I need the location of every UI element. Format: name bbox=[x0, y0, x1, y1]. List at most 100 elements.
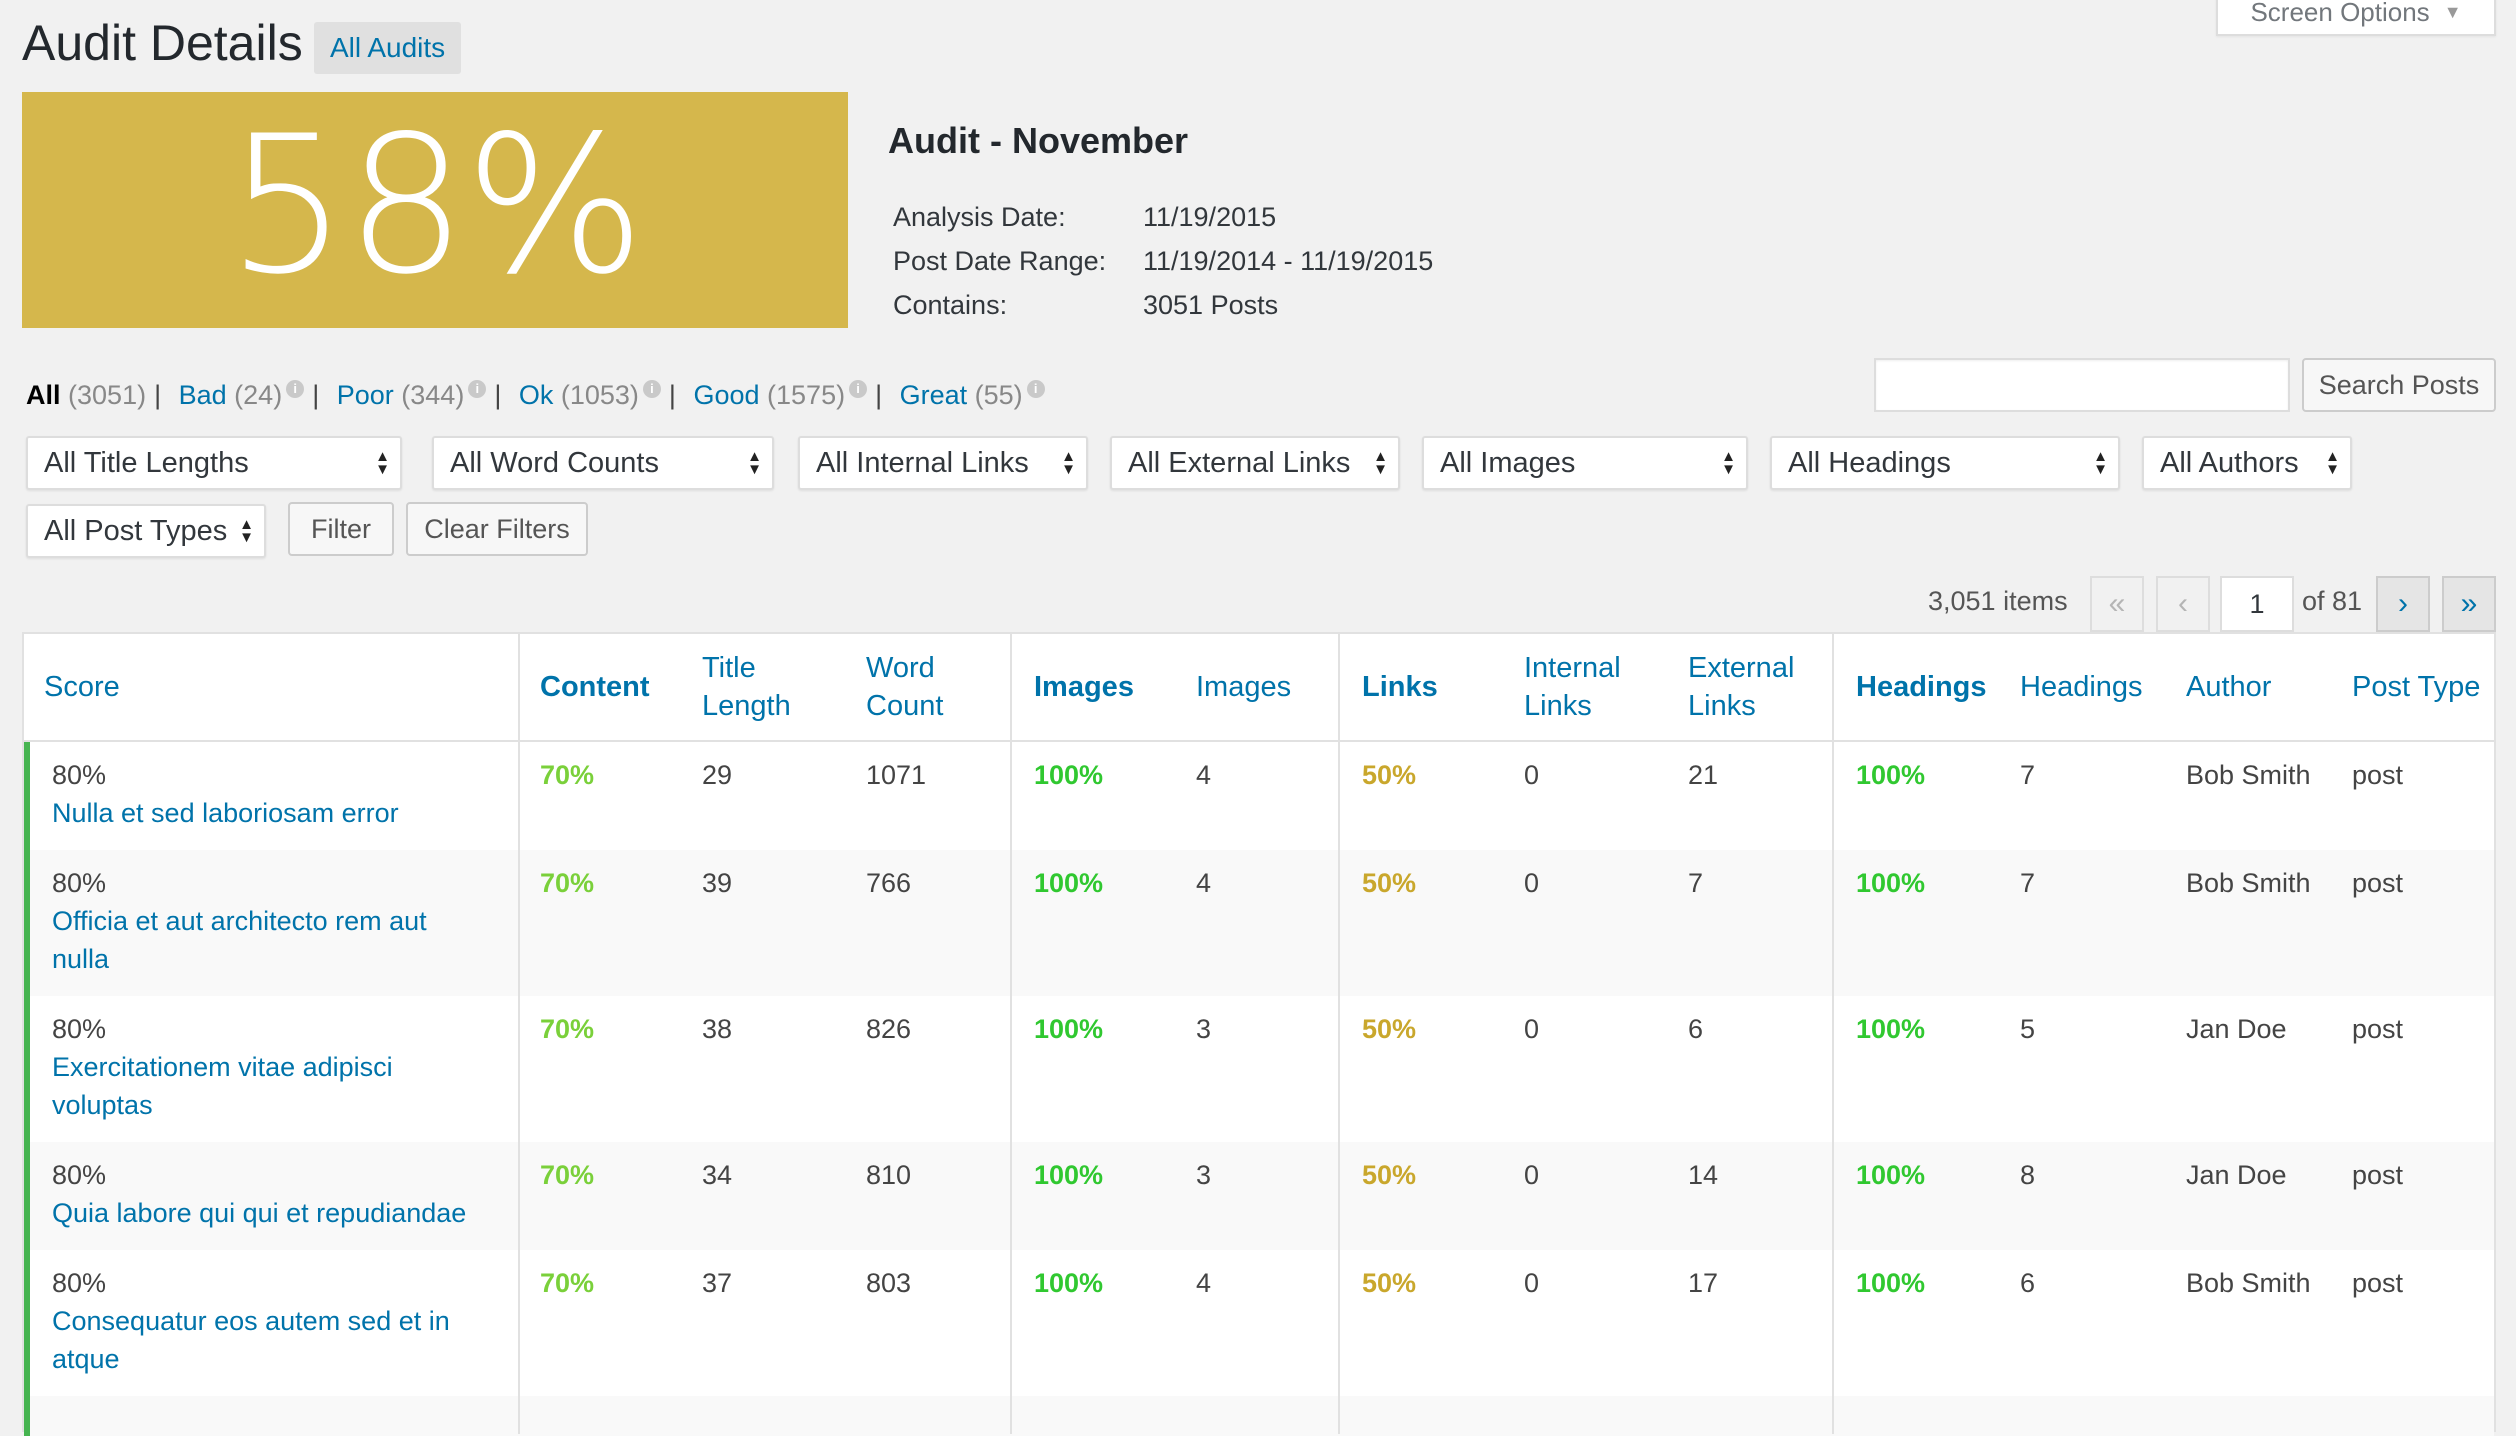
row-links-score: 50% bbox=[1362, 1160, 1417, 1190]
col-word-count[interactable]: Word Count bbox=[866, 649, 943, 725]
authors-select[interactable]: All Authors ▲ ▼ bbox=[2142, 436, 2352, 490]
score-value: 58% bbox=[226, 95, 645, 316]
info-icon[interactable]: i bbox=[468, 380, 487, 398]
col-links-score[interactable]: Links bbox=[1362, 668, 1438, 706]
col-title-length[interactable]: Title Length bbox=[702, 649, 791, 725]
first-page-button[interactable]: « bbox=[2090, 576, 2144, 632]
images-select[interactable]: All Images ▲ ▼ bbox=[1422, 436, 1748, 490]
info-icon[interactable]: i bbox=[642, 380, 661, 398]
col-external-links[interactable]: External Links bbox=[1688, 649, 1794, 725]
column-divider bbox=[518, 634, 520, 1434]
row-score: 80% bbox=[52, 1268, 107, 1298]
select-arrows-icon: ▲ ▼ bbox=[1373, 448, 1388, 478]
row-title-link[interactable]: Officia et aut architecto rem aut nulla bbox=[52, 902, 482, 978]
select-arrows-icon: ▲ ▼ bbox=[1061, 448, 1076, 478]
post-date-range-value: 11/19/2014 - 11/19/2015 bbox=[1143, 246, 1434, 276]
col-author[interactable]: Author bbox=[2186, 668, 2271, 706]
row-title-link[interactable]: Nulla et sed laboriosam error bbox=[52, 794, 482, 832]
row-internal-links: 0 bbox=[1524, 1160, 1540, 1190]
next-page-button[interactable]: › bbox=[2376, 576, 2430, 632]
row-word-count: 803 bbox=[866, 1268, 912, 1298]
row-internal-links: 0 bbox=[1524, 760, 1540, 790]
row-headings: 6 bbox=[2020, 1268, 2036, 1298]
internal-links-select-value: All Internal Links bbox=[816, 446, 1029, 479]
caret-down-icon: ▼ bbox=[2443, 1, 2462, 22]
row-word-count: 766 bbox=[866, 868, 912, 898]
info-icon[interactable]: i bbox=[849, 380, 868, 398]
status-all[interactable]: All (3051) bbox=[26, 380, 146, 411]
contains-value: 3051 Posts bbox=[1143, 290, 1279, 320]
row-content: 70% bbox=[540, 1160, 595, 1190]
select-arrows-icon: ▲ ▼ bbox=[1721, 448, 1736, 478]
score-indicator-bar bbox=[24, 996, 30, 1142]
row-author: Jan Doe bbox=[2186, 1014, 2287, 1044]
filter-button[interactable]: Filter bbox=[288, 502, 394, 556]
row-post-type: post bbox=[2352, 1160, 2404, 1190]
row-title-link[interactable]: Exercitationem vitae adipisci voluptas bbox=[52, 1048, 482, 1124]
row-images-score: 100% bbox=[1034, 1160, 1104, 1190]
status-good[interactable]: Good (1575) i bbox=[693, 380, 868, 411]
row-title-length: 38 bbox=[702, 1014, 733, 1044]
current-page-input[interactable]: 1 bbox=[2220, 576, 2294, 632]
col-internal-links[interactable]: Internal Links bbox=[1524, 649, 1621, 725]
clear-filters-button[interactable]: Clear Filters bbox=[406, 502, 588, 556]
post-types-select[interactable]: All Post Types ▲ ▼ bbox=[26, 504, 266, 558]
row-external-links: 14 bbox=[1688, 1160, 1719, 1190]
col-headings-score[interactable]: Headings bbox=[1856, 668, 1987, 706]
search-posts-button[interactable]: Search Posts bbox=[2302, 358, 2496, 412]
internal-links-select[interactable]: All Internal Links ▲ ▼ bbox=[798, 436, 1088, 490]
row-author: Jan Doe bbox=[2186, 1160, 2287, 1190]
row-title-link[interactable]: Quia labore qui qui et repudiandae bbox=[52, 1194, 482, 1232]
prev-page-button[interactable]: ‹ bbox=[2156, 576, 2210, 632]
external-links-select[interactable]: All External Links ▲ ▼ bbox=[1110, 436, 1400, 490]
col-post-type[interactable]: Post Type bbox=[2352, 668, 2480, 706]
row-title-length: 29 bbox=[702, 760, 733, 790]
col-score[interactable]: Score bbox=[44, 668, 120, 706]
search-input[interactable] bbox=[1874, 358, 2290, 412]
title-lengths-select[interactable]: All Title Lengths ▲ ▼ bbox=[26, 436, 402, 490]
row-images: 4 bbox=[1196, 1268, 1212, 1298]
column-divider bbox=[1832, 634, 1834, 1434]
screen-options-button[interactable]: Screen Options ▼ bbox=[2216, 0, 2496, 36]
row-headings-score: 100% bbox=[1856, 1268, 1926, 1298]
row-external-links: 7 bbox=[1688, 868, 1704, 898]
headings-select-value: All Headings bbox=[1788, 446, 1951, 479]
row-title-link[interactable]: Consequatur eos autem sed et in atque bbox=[52, 1302, 482, 1378]
status-poor[interactable]: Poor (344) i bbox=[337, 380, 487, 411]
status-bad[interactable]: Bad (24) i bbox=[179, 380, 305, 411]
row-author: Bob Smith bbox=[2186, 868, 2311, 898]
analysis-date-row: Analysis Date: 11/19/2015 bbox=[893, 202, 1276, 233]
last-page-button[interactable]: » bbox=[2442, 576, 2496, 632]
col-images-score[interactable]: Images bbox=[1034, 668, 1134, 706]
col-headings[interactable]: Headings bbox=[2020, 668, 2143, 706]
row-score: 80% bbox=[52, 868, 107, 898]
contains-row: Contains: 3051 Posts bbox=[893, 290, 1278, 321]
row-external-links: 17 bbox=[1688, 1268, 1719, 1298]
headings-select[interactable]: All Headings ▲ ▼ bbox=[1770, 436, 2120, 490]
info-icon[interactable]: i bbox=[286, 380, 305, 398]
word-counts-select[interactable]: All Word Counts ▲ ▼ bbox=[432, 436, 774, 490]
all-audits-button[interactable]: All Audits bbox=[314, 22, 462, 74]
row-external-links: 6 bbox=[1688, 1014, 1704, 1044]
post-date-range-row: Post Date Range: 11/19/2014 - 11/19/2015 bbox=[893, 246, 1433, 277]
audit-posts-table: Score Content Title Length Word Count Imag… bbox=[22, 632, 2496, 1436]
audit-name: Audit - November bbox=[888, 120, 1189, 161]
info-icon[interactable]: i bbox=[1026, 380, 1045, 398]
table-row: 80% Officia et aut architecto rem aut nu… bbox=[24, 850, 2494, 996]
status-filter-links: All (3051) | Bad (24) i | Poor (344) i | Ok (… bbox=[26, 380, 1045, 411]
row-headings-score: 100% bbox=[1856, 1014, 1926, 1044]
col-content[interactable]: Content bbox=[540, 668, 650, 706]
row-post-type: post bbox=[2352, 760, 2404, 790]
score-panel: 58% bbox=[22, 92, 848, 328]
row-headings-score: 100% bbox=[1856, 1160, 1926, 1190]
col-images[interactable]: Images bbox=[1196, 668, 1291, 706]
row-links-score: 50% bbox=[1362, 760, 1417, 790]
status-great[interactable]: Great (55) i bbox=[900, 380, 1045, 411]
row-images-score: 100% bbox=[1034, 1268, 1104, 1298]
row-post-type: post bbox=[2352, 1268, 2404, 1298]
row-post-type: post bbox=[2352, 1014, 2404, 1044]
images-select-value: All Images bbox=[1440, 446, 1576, 479]
score-indicator-bar bbox=[24, 742, 30, 850]
status-ok[interactable]: Ok (1053) i bbox=[519, 380, 661, 411]
items-count: 3,051 items bbox=[1928, 586, 2068, 616]
